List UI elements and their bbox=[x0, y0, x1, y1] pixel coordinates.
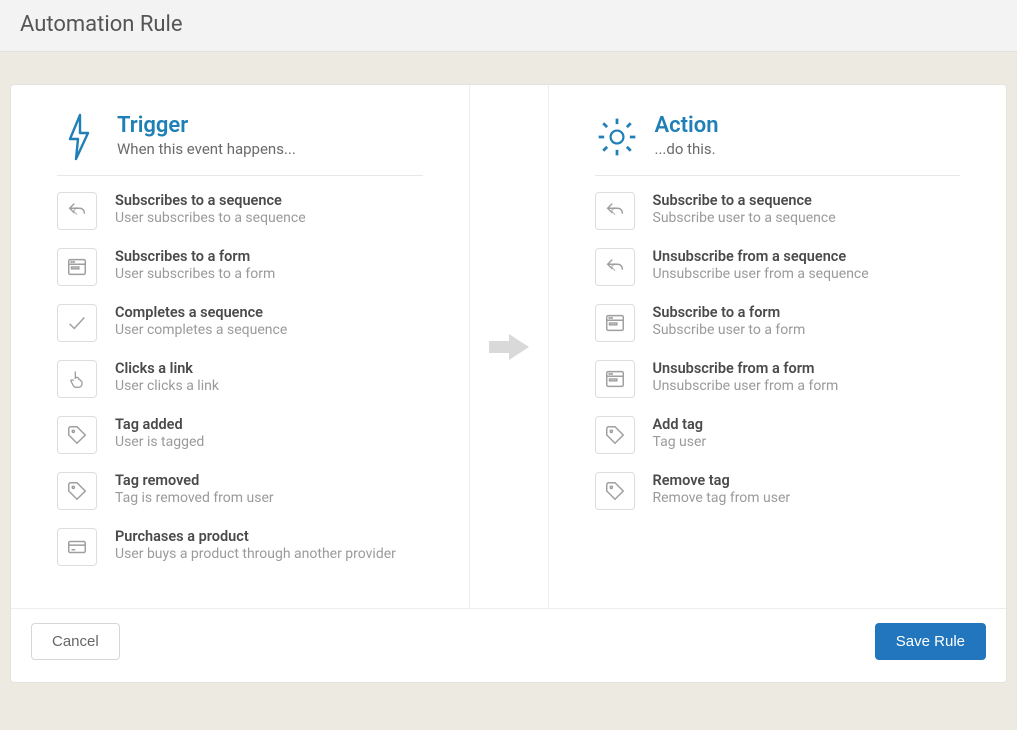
action-column: Action ...do this. Subscribe to a sequen… bbox=[549, 85, 1007, 608]
item-title: Tag removed bbox=[115, 472, 274, 489]
columns: Trigger When this event happens... Subsc… bbox=[11, 85, 1006, 608]
action-unsubscribe-form[interactable]: Unsubscribe from a form Unsubscribe user… bbox=[595, 360, 961, 398]
divider-arrow bbox=[469, 85, 549, 608]
trigger-subscribes-sequence[interactable]: Subscribes to a sequence User subscribes… bbox=[57, 192, 423, 230]
item-desc: Subscribe user to a form bbox=[653, 322, 806, 338]
action-header: Action ...do this. bbox=[595, 113, 961, 176]
item-desc: User completes a sequence bbox=[115, 322, 287, 338]
action-remove-tag[interactable]: Remove tag Remove tag from user bbox=[595, 472, 961, 510]
item-desc: Tag user bbox=[653, 434, 707, 450]
item-desc: Tag is removed from user bbox=[115, 490, 274, 506]
action-subheading: ...do this. bbox=[655, 140, 719, 158]
item-desc: User subscribes to a sequence bbox=[115, 210, 306, 226]
tag-icon bbox=[57, 416, 97, 454]
trigger-tag-added[interactable]: Tag added User is tagged bbox=[57, 416, 423, 454]
item-title: Unsubscribe from a sequence bbox=[653, 248, 869, 265]
item-desc: User subscribes to a form bbox=[115, 266, 275, 282]
check-icon bbox=[57, 304, 97, 342]
item-title: Add tag bbox=[653, 416, 707, 433]
item-title: Completes a sequence bbox=[115, 304, 287, 321]
item-title: Subscribes to a sequence bbox=[115, 192, 306, 209]
form-icon bbox=[57, 248, 97, 286]
item-desc: User is tagged bbox=[115, 434, 204, 450]
trigger-purchases-product[interactable]: Purchases a product User buys a product … bbox=[57, 528, 423, 566]
action-subscribe-form[interactable]: Subscribe to a form Subscribe user to a … bbox=[595, 304, 961, 342]
reply-icon bbox=[57, 192, 97, 230]
item-title: Remove tag bbox=[653, 472, 791, 489]
trigger-column: Trigger When this event happens... Subsc… bbox=[11, 85, 469, 608]
reply-icon bbox=[595, 192, 635, 230]
item-desc: User clicks a link bbox=[115, 378, 219, 394]
credit-card-icon bbox=[57, 528, 97, 566]
item-desc: Unsubscribe user from a form bbox=[653, 378, 839, 394]
reply-icon bbox=[595, 248, 635, 286]
trigger-clicks-link[interactable]: Clicks a link User clicks a link bbox=[57, 360, 423, 398]
form-icon bbox=[595, 304, 635, 342]
trigger-header: Trigger When this event happens... bbox=[57, 113, 423, 176]
item-title: Subscribes to a form bbox=[115, 248, 275, 265]
item-title: Subscribe to a form bbox=[653, 304, 806, 321]
tag-icon bbox=[595, 416, 635, 454]
item-title: Unsubscribe from a form bbox=[653, 360, 839, 377]
action-heading: Action bbox=[655, 113, 719, 138]
item-title: Purchases a product bbox=[115, 528, 396, 545]
canvas: Trigger When this event happens... Subsc… bbox=[0, 52, 1017, 693]
trigger-tag-removed[interactable]: Tag removed Tag is removed from user bbox=[57, 472, 423, 510]
save-button[interactable]: Save Rule bbox=[875, 623, 986, 660]
tag-icon bbox=[595, 472, 635, 510]
page-header: Automation Rule bbox=[0, 0, 1017, 52]
rule-card: Trigger When this event happens... Subsc… bbox=[10, 84, 1007, 683]
trigger-heading: Trigger bbox=[117, 113, 296, 138]
cancel-button[interactable]: Cancel bbox=[31, 623, 120, 660]
item-title: Tag added bbox=[115, 416, 204, 433]
item-desc: User buys a product through another prov… bbox=[115, 546, 396, 562]
trigger-subscribes-form[interactable]: Subscribes to a form User subscribes to … bbox=[57, 248, 423, 286]
bolt-icon bbox=[57, 113, 101, 161]
trigger-subheading: When this event happens... bbox=[117, 140, 296, 158]
item-desc: Subscribe user to a sequence bbox=[653, 210, 836, 226]
tag-icon bbox=[57, 472, 97, 510]
trigger-completes-sequence[interactable]: Completes a sequence User completes a se… bbox=[57, 304, 423, 342]
arrow-right-icon bbox=[489, 332, 529, 362]
item-desc: Remove tag from user bbox=[653, 490, 791, 506]
item-title: Subscribe to a sequence bbox=[653, 192, 836, 209]
item-desc: Unsubscribe user from a sequence bbox=[653, 266, 869, 282]
action-subscribe-sequence[interactable]: Subscribe to a sequence Subscribe user t… bbox=[595, 192, 961, 230]
gear-icon bbox=[595, 113, 639, 161]
item-title: Clicks a link bbox=[115, 360, 219, 377]
pointer-icon bbox=[57, 360, 97, 398]
card-footer: Cancel Save Rule bbox=[11, 608, 1006, 682]
page-title: Automation Rule bbox=[20, 12, 997, 37]
form-icon bbox=[595, 360, 635, 398]
action-add-tag[interactable]: Add tag Tag user bbox=[595, 416, 961, 454]
action-unsubscribe-sequence[interactable]: Unsubscribe from a sequence Unsubscribe … bbox=[595, 248, 961, 286]
